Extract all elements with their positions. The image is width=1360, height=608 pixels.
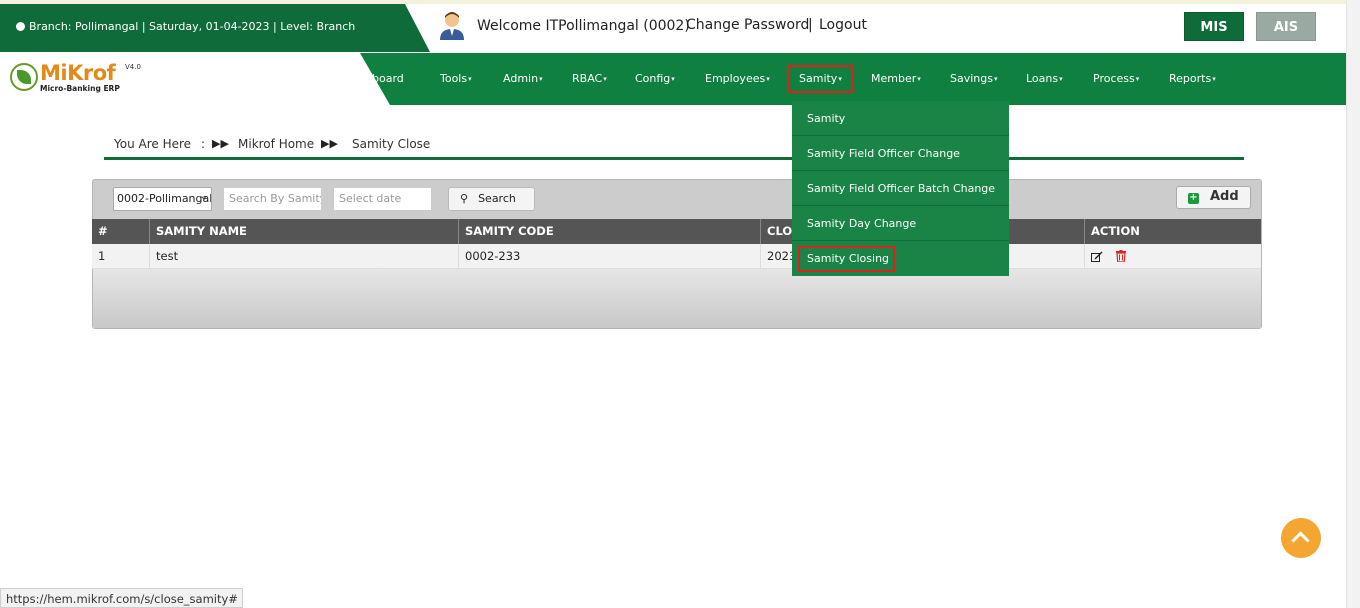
caret-down-icon: ▾	[766, 75, 770, 83]
delete-icon[interactable]	[1116, 250, 1126, 262]
samity-closing-highlight	[798, 246, 895, 272]
nav-label: board	[372, 72, 404, 85]
nav-label: Employees	[705, 72, 766, 85]
samity-nav-highlight	[787, 65, 853, 93]
search-icon: ⚲	[460, 192, 469, 205]
branch-info-text: Branch: Pollimangal | Saturday, 01-04-20…	[29, 20, 356, 33]
column-header-action: ACTION	[1091, 224, 1140, 238]
vertical-scrollbar[interactable]	[1346, 0, 1360, 608]
logo-title[interactable]: MiKrof	[40, 61, 116, 85]
column-header-number: #	[92, 219, 150, 244]
caret-down-icon: ▾	[671, 75, 675, 83]
row-samity-name: test	[150, 244, 459, 269]
logout-link[interactable]: Logout	[819, 17, 867, 33]
search-button-label: Search	[478, 192, 516, 205]
breadcrumb-home[interactable]: Mikrof Home	[238, 137, 314, 151]
panel-footer	[93, 269, 1261, 328]
caret-down-icon: ▾	[917, 75, 921, 83]
dropdown-item-samity[interactable]: Samity	[792, 101, 1009, 136]
column-header-samity-name: SAMITY NAME	[150, 219, 459, 244]
nav-rbac[interactable]: RBAC▾	[572, 72, 607, 85]
nav-label: RBAC	[572, 72, 603, 85]
nav-savings[interactable]: Savings▾	[950, 72, 998, 85]
dropdown-item-day-change[interactable]: Samity Day Change	[792, 206, 1009, 241]
nav-label: Admin	[503, 72, 539, 85]
caret-down-icon: ▾	[603, 75, 607, 83]
dropdown-item-field-officer-batch-change[interactable]: Samity Field Officer Batch Change	[792, 171, 1009, 206]
row-samity-code: 0002-233	[459, 244, 761, 269]
top-accent-line	[0, 0, 1360, 4]
caret-down-icon: ▾	[993, 75, 998, 83]
breadcrumb-divider	[104, 157, 1244, 160]
caret-down-icon: ▾	[1212, 75, 1216, 83]
samity-search-input[interactable]: Search By Samity	[223, 187, 322, 211]
nav-employees[interactable]: Employees▾	[705, 72, 770, 85]
nav-label: Savings	[950, 72, 993, 85]
nav-label: Process	[1093, 72, 1135, 85]
chevron-up-icon	[1291, 531, 1310, 550]
nav-label: Config	[635, 72, 671, 85]
status-bar-url: https://hem.mikrof.com/s/close_samity#	[0, 588, 243, 608]
nav-reports[interactable]: Reports▾	[1169, 72, 1216, 85]
branch-info-bar: Branch: Pollimangal | Saturday, 01-04-20…	[0, 4, 430, 52]
nav-config[interactable]: Config▾	[635, 72, 675, 85]
add-button[interactable]: + Add	[1176, 186, 1251, 209]
double-arrow-icon: ▶▶	[321, 137, 338, 150]
header-separator: |	[808, 17, 813, 33]
row-actions	[1085, 244, 1261, 269]
breadcrumb-colon: :	[201, 137, 206, 151]
caret-down-icon: ▾	[1135, 75, 1140, 83]
scroll-to-top-button[interactable]	[1281, 518, 1321, 558]
caret-down-icon: ▾	[468, 75, 472, 83]
nav-label: Member	[871, 72, 917, 85]
logo-version: V4.0	[125, 63, 141, 71]
column-header-samity-code: SAMITY CODE	[459, 219, 761, 244]
welcome-text: Welcome ITPollimangal (0002)	[477, 18, 690, 34]
branch-select[interactable]: 0002-Pollimangal ⌄	[113, 187, 212, 211]
globe-icon	[16, 22, 25, 31]
nav-admin[interactable]: Admin▾	[503, 72, 543, 85]
ais-button[interactable]: AIS	[1256, 12, 1316, 41]
nav-member[interactable]: Member▾	[871, 72, 921, 85]
double-arrow-icon: ▶▶	[212, 137, 229, 150]
nav-label: Reports	[1169, 72, 1212, 85]
nav-process[interactable]: Process▾	[1093, 72, 1139, 85]
edit-icon[interactable]	[1091, 251, 1103, 262]
nav-label: Loans	[1026, 72, 1059, 85]
search-button[interactable]: ⚲ Search	[448, 187, 535, 211]
date-input[interactable]: Select date	[333, 187, 432, 211]
mis-button[interactable]: MIS	[1184, 12, 1244, 41]
nav-dashboard[interactable]: board	[372, 72, 404, 85]
user-avatar-icon	[440, 12, 464, 40]
nav-loans[interactable]: Loans▾	[1026, 72, 1063, 85]
breadcrumb-label: You Are Here	[114, 137, 192, 151]
caret-down-icon: ▾	[1059, 75, 1063, 83]
dropdown-item-field-officer-change[interactable]: Samity Field Officer Change	[792, 136, 1009, 171]
branch-select-value: 0002-Pollimangal	[117, 192, 212, 205]
logo-subtitle: Micro-Banking ERP	[40, 84, 120, 93]
add-button-label: Add	[1210, 189, 1239, 204]
chevron-down-icon: ⌄	[199, 191, 208, 202]
nav-tools[interactable]: Tools▾	[440, 72, 472, 85]
breadcrumb-current: Samity Close	[352, 137, 431, 151]
caret-down-icon: ▾	[539, 75, 543, 83]
nav-label: Tools	[440, 72, 468, 85]
change-password-link[interactable]: Change Password	[686, 17, 809, 33]
plus-icon: +	[1188, 192, 1199, 204]
row-number: 1	[92, 244, 150, 269]
